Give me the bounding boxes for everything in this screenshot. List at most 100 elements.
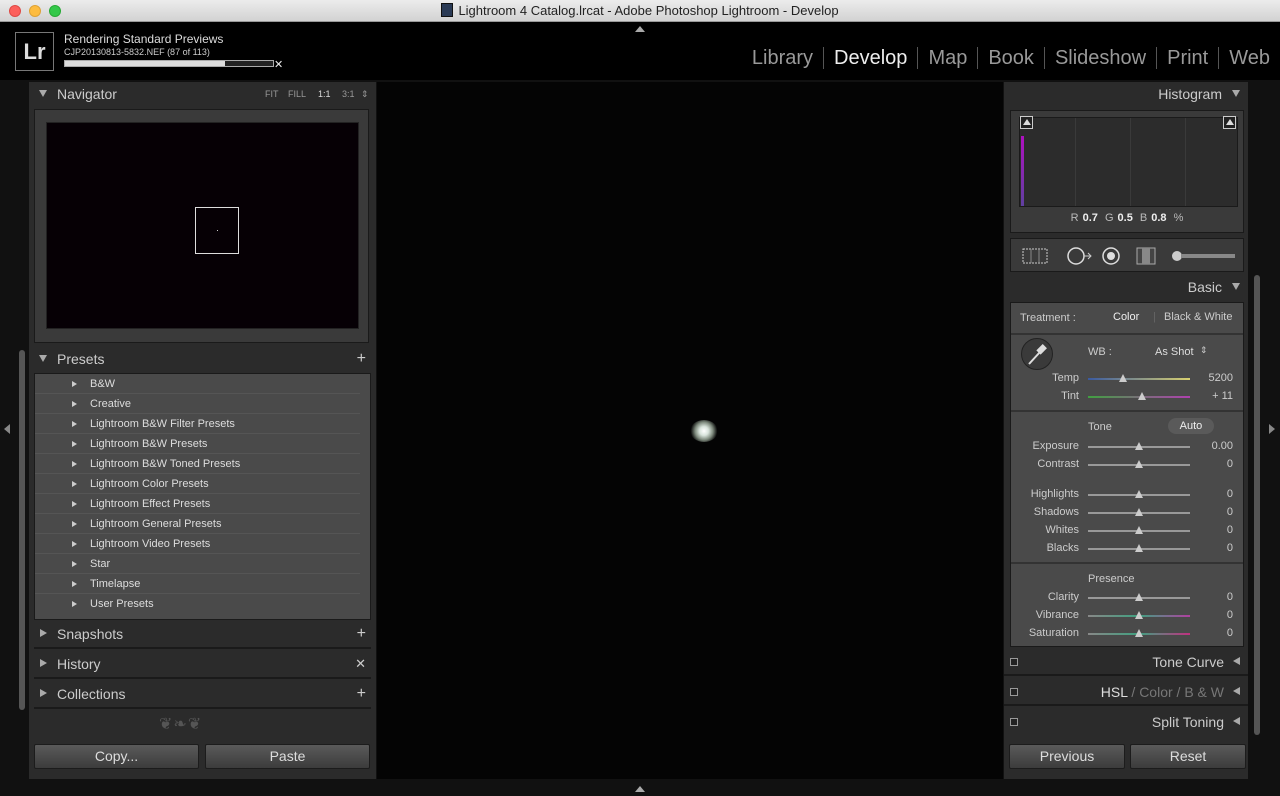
- module-web[interactable]: Web: [1218, 47, 1280, 69]
- paste-settings-button[interactable]: Paste: [205, 744, 370, 769]
- highlights-slider[interactable]: [1088, 490, 1190, 498]
- wb-eyedropper-icon[interactable]: [1021, 338, 1053, 370]
- histogram-graph[interactable]: [1019, 117, 1238, 207]
- slider-thumb[interactable]: [1135, 526, 1143, 534]
- slider-thumb[interactable]: [1135, 629, 1143, 637]
- graduated-filter-icon[interactable]: [1133, 247, 1159, 265]
- toggle-top-panel-icon[interactable]: [635, 26, 645, 32]
- toggle-right-panel-icon[interactable]: [1269, 424, 1275, 434]
- module-map[interactable]: Map: [917, 47, 977, 69]
- add-collection-icon[interactable]: +: [357, 682, 366, 706]
- navigator-image[interactable]: [46, 122, 359, 329]
- slider-thumb[interactable]: [1119, 374, 1127, 382]
- treatment-bw-button[interactable]: Black & White: [1164, 311, 1232, 323]
- splittoning-header[interactable]: Split Toning: [1004, 710, 1248, 736]
- treatment-color-button[interactable]: Color: [1113, 311, 1139, 323]
- module-book[interactable]: Book: [977, 47, 1044, 69]
- preset-folder[interactable]: Lightroom B&W Presets: [35, 434, 360, 454]
- preset-folder[interactable]: B&W: [35, 374, 360, 394]
- vibrance-value[interactable]: 0: [1193, 609, 1233, 621]
- preset-folder[interactable]: Creative: [35, 394, 360, 414]
- toggle-left-panel-icon[interactable]: [4, 424, 10, 434]
- slider-thumb[interactable]: [1135, 460, 1143, 468]
- adjustment-brush-icon[interactable]: [1171, 247, 1237, 265]
- red-eye-icon[interactable]: [1099, 247, 1123, 265]
- right-panel-scrollbar[interactable]: [1254, 275, 1260, 735]
- whites-slider[interactable]: [1088, 526, 1190, 534]
- clarity-slider[interactable]: [1088, 593, 1190, 601]
- panel-enable-switch[interactable]: [1010, 718, 1018, 726]
- highlights-value[interactable]: 0: [1193, 488, 1233, 500]
- module-print[interactable]: Print: [1156, 47, 1218, 69]
- preset-folder[interactable]: Star: [35, 554, 360, 574]
- toggle-filmstrip-icon[interactable]: [635, 786, 645, 792]
- panel-enable-switch[interactable]: [1010, 688, 1018, 696]
- histogram-header[interactable]: Histogram: [1004, 82, 1248, 106]
- slider-thumb[interactable]: [1135, 508, 1143, 516]
- saturation-value[interactable]: 0: [1193, 627, 1233, 639]
- left-panel-scrollbar[interactable]: [19, 350, 25, 710]
- collections-header[interactable]: Collections +: [29, 682, 376, 706]
- shadows-value[interactable]: 0: [1193, 506, 1233, 518]
- temp-value[interactable]: 5200: [1193, 372, 1233, 384]
- exposure-slider[interactable]: [1088, 442, 1190, 450]
- reset-button[interactable]: Reset: [1130, 744, 1246, 769]
- vibrance-slider[interactable]: [1088, 611, 1190, 619]
- zoom-3-1[interactable]: 3:1: [342, 82, 355, 106]
- tonecurve-header[interactable]: Tone Curve: [1004, 650, 1248, 676]
- panel-enable-switch[interactable]: [1010, 658, 1018, 666]
- highlight-clipping-toggle[interactable]: [1223, 116, 1236, 129]
- preset-folder[interactable]: Lightroom Video Presets: [35, 534, 360, 554]
- slider-thumb[interactable]: [1135, 611, 1143, 619]
- presets-header[interactable]: Presets +: [29, 347, 376, 371]
- clear-history-icon[interactable]: ✕: [355, 652, 366, 676]
- hsl-tab[interactable]: HSL: [1101, 684, 1128, 700]
- cancel-activity-icon[interactable]: ✕: [274, 58, 283, 71]
- shadow-clipping-toggle[interactable]: [1020, 116, 1033, 129]
- navigator-header[interactable]: Navigator FIT FILL 1:1 3:1 ⇕: [29, 82, 376, 106]
- clarity-value[interactable]: 0: [1193, 591, 1233, 603]
- preset-folder[interactable]: Lightroom B&W Filter Presets: [35, 414, 360, 434]
- zoom-fit[interactable]: FIT: [265, 82, 279, 106]
- module-slideshow[interactable]: Slideshow: [1043, 47, 1156, 69]
- preset-folder[interactable]: User Presets: [35, 594, 360, 614]
- copy-settings-button[interactable]: Copy...: [34, 744, 199, 769]
- auto-tone-button[interactable]: Auto: [1168, 418, 1214, 434]
- basic-header[interactable]: Basic: [1004, 275, 1248, 299]
- slider-thumb[interactable]: [1135, 442, 1143, 450]
- shadows-slider[interactable]: [1088, 508, 1190, 516]
- whites-value[interactable]: 0: [1193, 524, 1233, 536]
- history-header[interactable]: History ✕: [29, 652, 376, 676]
- slider-thumb[interactable]: [1135, 593, 1143, 601]
- preset-folder[interactable]: Lightroom Effect Presets: [35, 494, 360, 514]
- close-window-button[interactable]: [9, 5, 21, 17]
- zoom-fill[interactable]: FILL: [288, 82, 306, 106]
- preset-folder[interactable]: Lightroom Color Presets: [35, 474, 360, 494]
- blacks-value[interactable]: 0: [1193, 542, 1233, 554]
- add-snapshot-icon[interactable]: +: [357, 622, 366, 646]
- add-preset-icon[interactable]: +: [357, 347, 366, 371]
- wb-select[interactable]: As Shot: [1155, 346, 1194, 358]
- exposure-value[interactable]: 0.00: [1193, 440, 1233, 452]
- minimize-window-button[interactable]: [29, 5, 41, 17]
- contrast-slider[interactable]: [1088, 460, 1190, 468]
- wb-stepper-icon[interactable]: ⇕: [1200, 345, 1208, 356]
- zoom-stepper-icon[interactable]: ⇕: [361, 82, 369, 106]
- module-develop[interactable]: Develop: [823, 47, 917, 69]
- preset-folder[interactable]: Timelapse: [35, 574, 360, 594]
- zoom-1-1[interactable]: 1:1: [318, 82, 331, 106]
- spot-removal-icon[interactable]: [1063, 247, 1093, 265]
- zoom-window-button[interactable]: [49, 5, 61, 17]
- slider-thumb[interactable]: [1138, 392, 1146, 400]
- module-library[interactable]: Library: [742, 47, 823, 69]
- previous-button[interactable]: Previous: [1009, 744, 1125, 769]
- crop-overlay-icon[interactable]: [1021, 247, 1049, 265]
- slider-thumb[interactable]: [1135, 490, 1143, 498]
- preset-folder[interactable]: Lightroom General Presets: [35, 514, 360, 534]
- temp-slider[interactable]: [1088, 374, 1190, 382]
- saturation-slider[interactable]: [1088, 629, 1190, 637]
- blacks-slider[interactable]: [1088, 544, 1190, 552]
- contrast-value[interactable]: 0: [1193, 458, 1233, 470]
- slider-thumb[interactable]: [1135, 544, 1143, 552]
- bw-tab[interactable]: B & W: [1184, 684, 1224, 700]
